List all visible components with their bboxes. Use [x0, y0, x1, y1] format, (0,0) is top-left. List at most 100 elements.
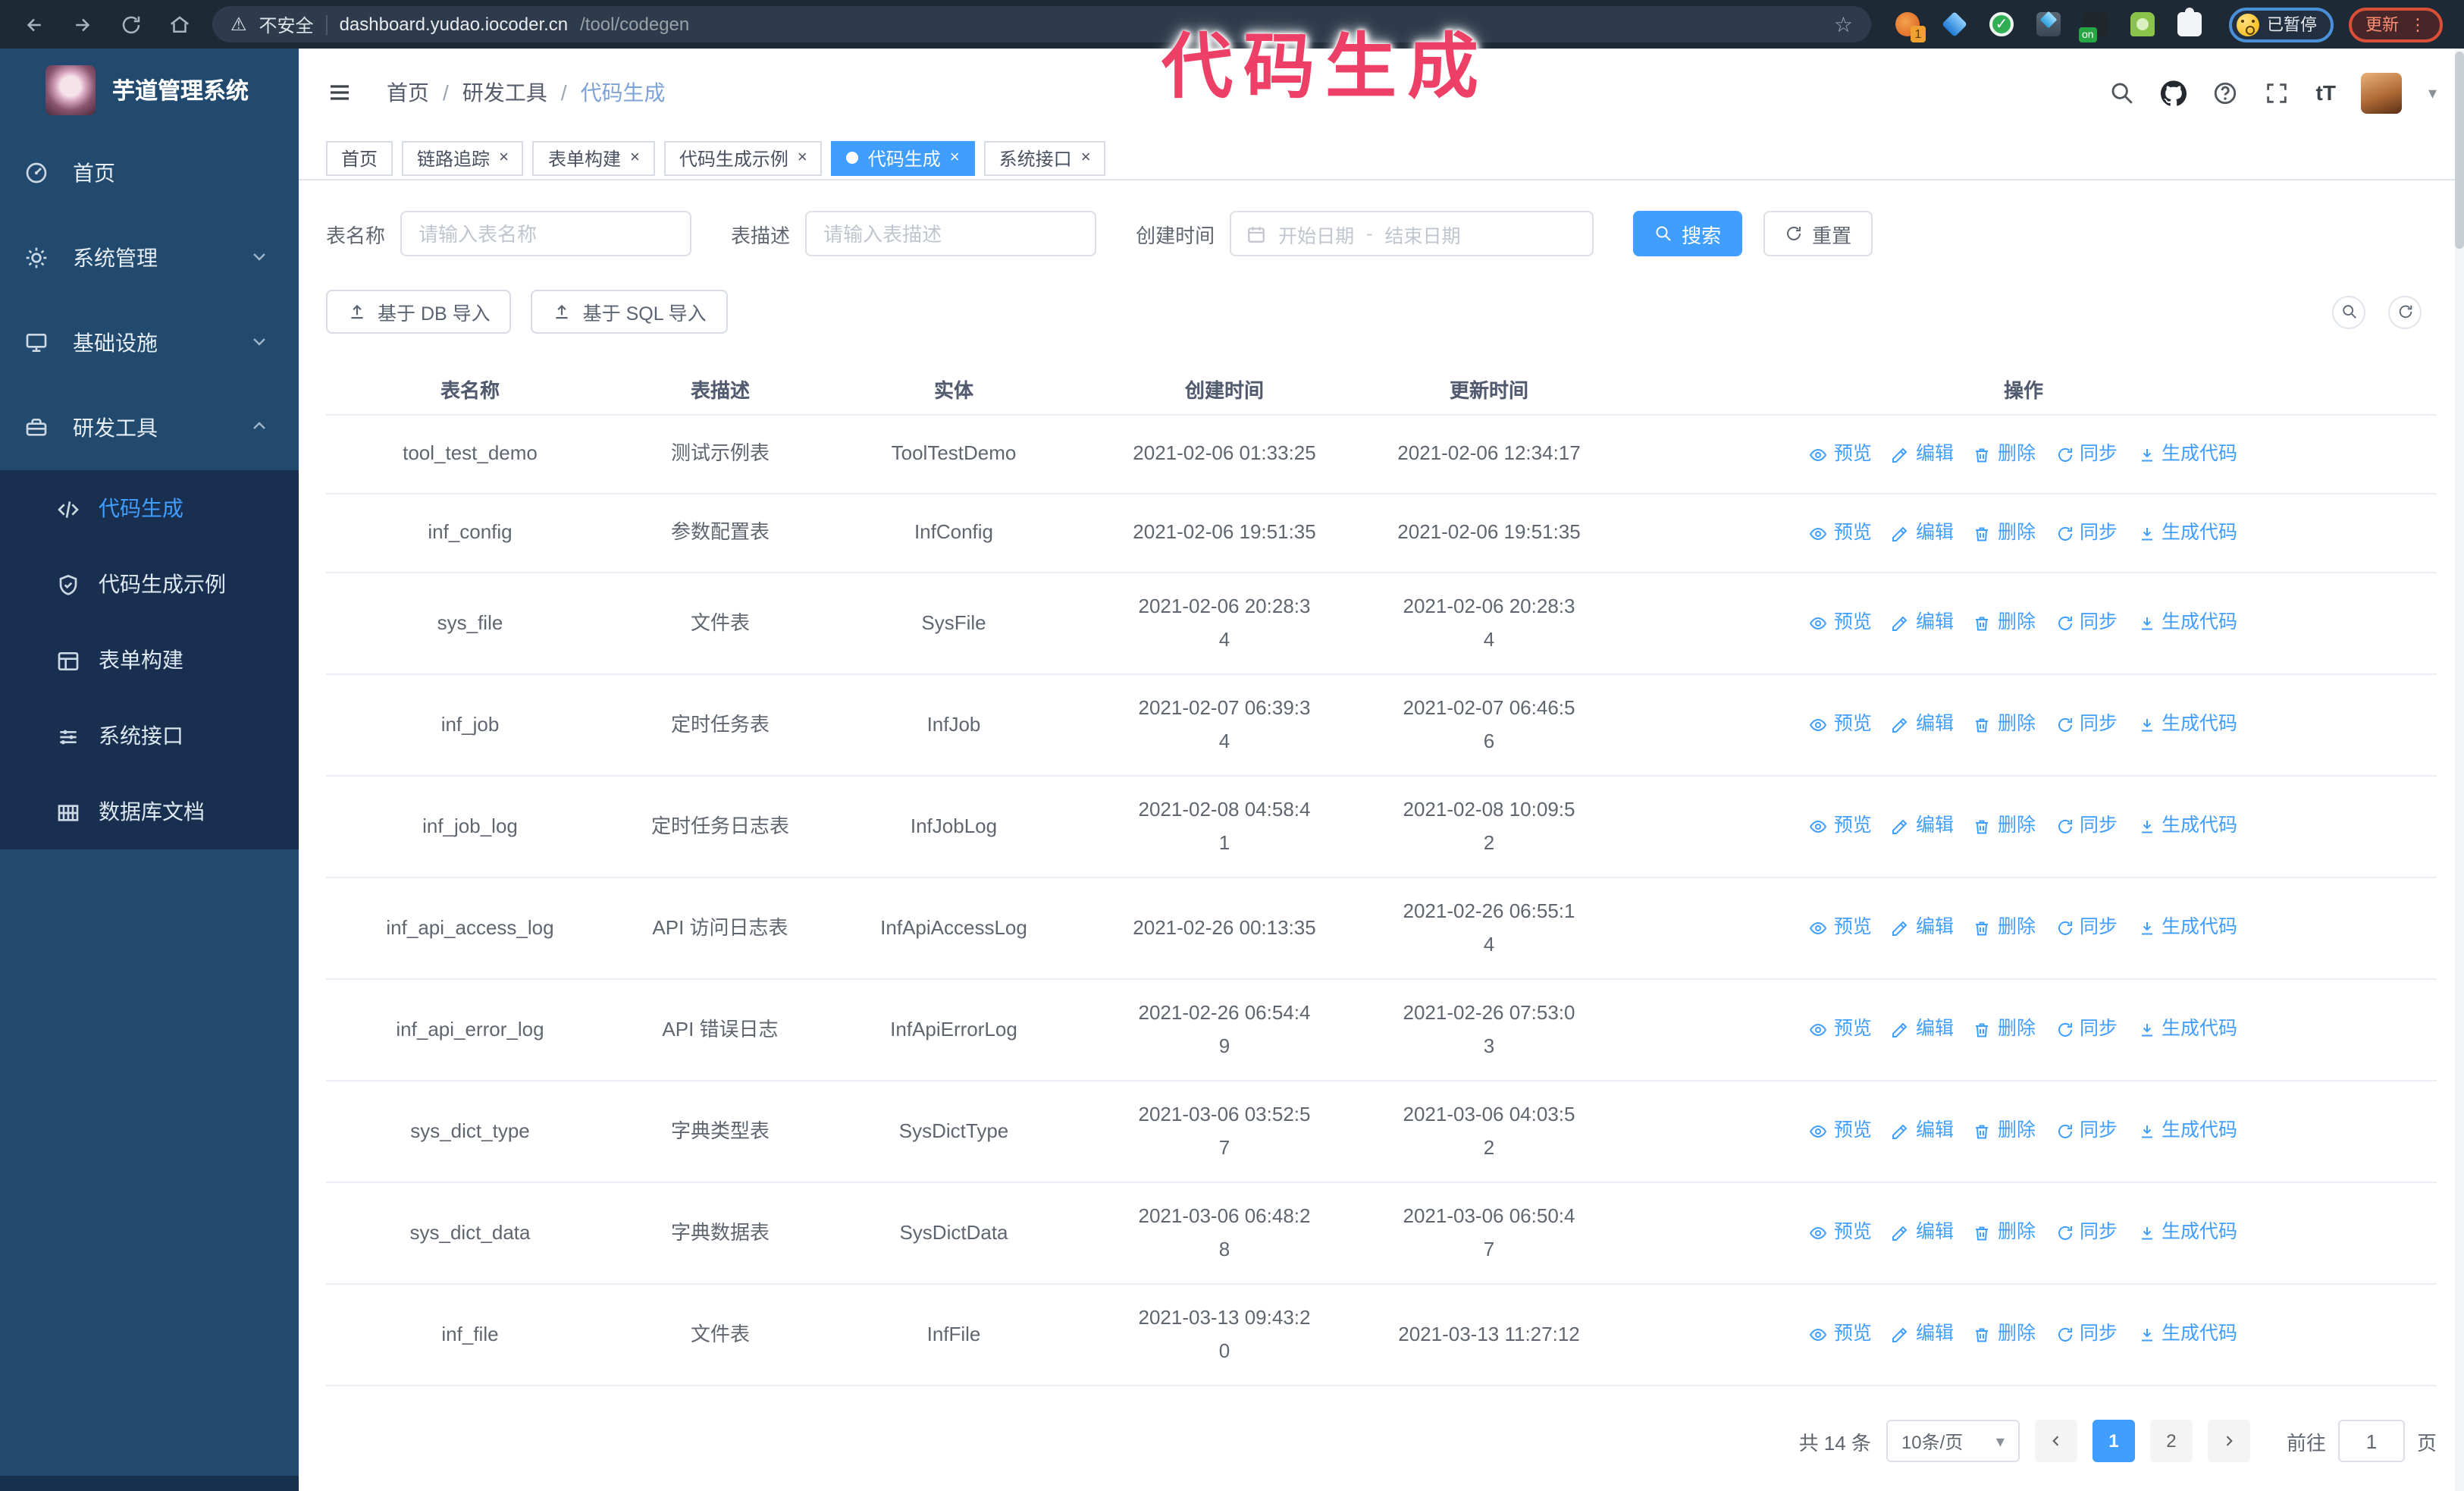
browser-menu-icon[interactable]: ⋮	[2409, 14, 2426, 34]
edit-link[interactable]: 编辑	[1892, 1014, 1954, 1047]
sync-link[interactable]: 同步	[2055, 912, 2118, 945]
close-icon[interactable]: ×	[1081, 149, 1091, 166]
generate-code-link[interactable]: 生成代码	[2137, 1319, 2237, 1351]
extension-icon-dark[interactable]: on	[2079, 12, 2108, 42]
tab-home[interactable]: 首页	[326, 140, 393, 175]
extensions-puzzle-icon[interactable]	[2177, 8, 2202, 36]
next-page-button[interactable]	[2207, 1420, 2250, 1462]
close-icon[interactable]: ×	[499, 149, 509, 166]
sidebar-brand[interactable]: 芋道管理系统	[0, 49, 299, 130]
extension-icon-check[interactable]: ✓	[1989, 12, 2014, 36]
goto-page-input[interactable]	[2337, 1420, 2405, 1462]
page-size-select[interactable]: 10条/页 ▾	[1886, 1420, 2020, 1462]
preview-link[interactable]: 预览	[1810, 1217, 1872, 1250]
close-icon[interactable]: ×	[630, 149, 640, 166]
address-bar[interactable]: ⚠ 不安全 dashboard.yudao.iocoder.cn /tool/c…	[212, 6, 1871, 42]
prev-page-button[interactable]	[2034, 1420, 2077, 1462]
search-icon[interactable]	[2110, 80, 2136, 105]
edit-link[interactable]: 编辑	[1892, 709, 1954, 742]
sync-link[interactable]: 同步	[2055, 709, 2118, 742]
edit-link[interactable]: 编辑	[1892, 1116, 1954, 1148]
edit-link[interactable]: 编辑	[1892, 1217, 1954, 1250]
delete-link[interactable]: 删除	[1973, 517, 2036, 550]
fullscreen-icon[interactable]	[2265, 80, 2290, 105]
bookmark-star-icon[interactable]: ☆	[1834, 14, 1853, 35]
import-db-button[interactable]: 基于 DB 导入	[326, 290, 512, 334]
generate-code-link[interactable]: 生成代码	[2137, 1116, 2237, 1148]
edit-link[interactable]: 编辑	[1892, 1319, 1954, 1351]
extension-icon-grid[interactable]	[2036, 12, 2061, 36]
sync-link[interactable]: 同步	[2055, 1116, 2118, 1148]
browser-forward-button[interactable]	[67, 9, 97, 39]
delete-link[interactable]: 删除	[1973, 811, 2036, 843]
preview-link[interactable]: 预览	[1810, 607, 1872, 640]
tab-form-builder[interactable]: 表单构建 ×	[532, 140, 655, 175]
delete-link[interactable]: 删除	[1973, 1116, 2036, 1148]
browser-back-button[interactable]	[18, 9, 49, 39]
delete-link[interactable]: 删除	[1973, 1217, 2036, 1250]
sidebar-item-home[interactable]: 首页	[0, 130, 299, 215]
sidebar-item-dev-tools[interactable]: 研发工具	[0, 385, 299, 470]
browser-reload-button[interactable]	[115, 9, 146, 39]
extension-icon-green[interactable]	[2130, 12, 2155, 36]
page-button-2[interactable]: 2	[2149, 1420, 2193, 1462]
search-button[interactable]: 搜索	[1633, 211, 1743, 256]
scrollbar-thumb[interactable]	[2455, 52, 2464, 249]
sidebar-item-system-api[interactable]: 系统接口	[0, 698, 299, 774]
help-icon[interactable]	[2213, 80, 2239, 105]
delete-link[interactable]: 删除	[1973, 912, 2036, 945]
page-button-1[interactable]: 1	[2092, 1420, 2135, 1462]
import-sql-button[interactable]: 基于 SQL 导入	[531, 290, 728, 334]
generate-code-link[interactable]: 生成代码	[2137, 438, 2237, 471]
delete-link[interactable]: 删除	[1973, 1319, 2036, 1351]
browser-update-button[interactable]: 更新 ⋮	[2349, 7, 2443, 42]
sync-link[interactable]: 同步	[2055, 517, 2118, 550]
chevron-down-icon[interactable]: ▾	[2428, 83, 2437, 102]
preview-link[interactable]: 预览	[1810, 1319, 1872, 1351]
sidebar-collapse-bar[interactable]	[0, 1476, 299, 1491]
delete-link[interactable]: 删除	[1973, 607, 2036, 640]
preview-link[interactable]: 预览	[1810, 1014, 1872, 1047]
preview-link[interactable]: 预览	[1810, 1116, 1872, 1148]
delete-link[interactable]: 删除	[1973, 438, 2036, 471]
generate-code-link[interactable]: 生成代码	[2137, 811, 2237, 843]
tab-system-api[interactable]: 系统接口 ×	[983, 140, 1106, 175]
close-icon[interactable]: ×	[950, 149, 960, 166]
generate-code-link[interactable]: 生成代码	[2137, 709, 2237, 742]
breadcrumb-dev-tools[interactable]: 研发工具	[462, 77, 547, 108]
browser-profile-badge[interactable]: 已暂停	[2229, 7, 2334, 42]
sidebar-toggle-icon[interactable]	[326, 80, 353, 105]
generate-code-link[interactable]: 生成代码	[2137, 912, 2237, 945]
reset-button[interactable]: 重置	[1763, 211, 1873, 256]
avatar[interactable]	[2361, 72, 2403, 113]
sync-link[interactable]: 同步	[2055, 1014, 2118, 1047]
sync-link[interactable]: 同步	[2055, 811, 2118, 843]
table-name-input[interactable]	[400, 211, 692, 256]
edit-link[interactable]: 编辑	[1892, 438, 1954, 471]
generate-code-link[interactable]: 生成代码	[2137, 1014, 2237, 1047]
tab-tracing[interactable]: 链路追踪 ×	[402, 140, 524, 175]
refresh-table-button[interactable]	[2388, 295, 2422, 328]
generate-code-link[interactable]: 生成代码	[2137, 607, 2237, 640]
sidebar-item-infrastructure[interactable]: 基础设施	[0, 300, 299, 385]
tab-codegen-example[interactable]: 代码生成示例 ×	[663, 140, 823, 175]
extension-icon-gem[interactable]	[1942, 11, 1967, 37]
sidebar-item-system-management[interactable]: 系统管理	[0, 215, 299, 300]
table-desc-input[interactable]	[805, 211, 1097, 256]
preview-link[interactable]: 预览	[1810, 811, 1872, 843]
delete-link[interactable]: 删除	[1973, 709, 2036, 742]
browser-home-button[interactable]	[164, 9, 194, 39]
delete-link[interactable]: 删除	[1973, 1014, 2036, 1047]
github-icon[interactable]	[2161, 80, 2187, 105]
date-range-picker[interactable]: 开始日期 - 结束日期	[1230, 211, 1594, 256]
sync-link[interactable]: 同步	[2055, 607, 2118, 640]
sidebar-item-codegen-example[interactable]: 代码生成示例	[0, 546, 299, 622]
extension-icon-orange[interactable]: 1	[1895, 12, 1926, 42]
generate-code-link[interactable]: 生成代码	[2137, 1217, 2237, 1250]
sidebar-item-codegen[interactable]: 代码生成	[0, 470, 299, 546]
preview-link[interactable]: 预览	[1810, 709, 1872, 742]
toggle-search-button[interactable]	[2332, 295, 2365, 328]
preview-link[interactable]: 预览	[1810, 438, 1872, 471]
edit-link[interactable]: 编辑	[1892, 811, 1954, 843]
sync-link[interactable]: 同步	[2055, 1217, 2118, 1250]
